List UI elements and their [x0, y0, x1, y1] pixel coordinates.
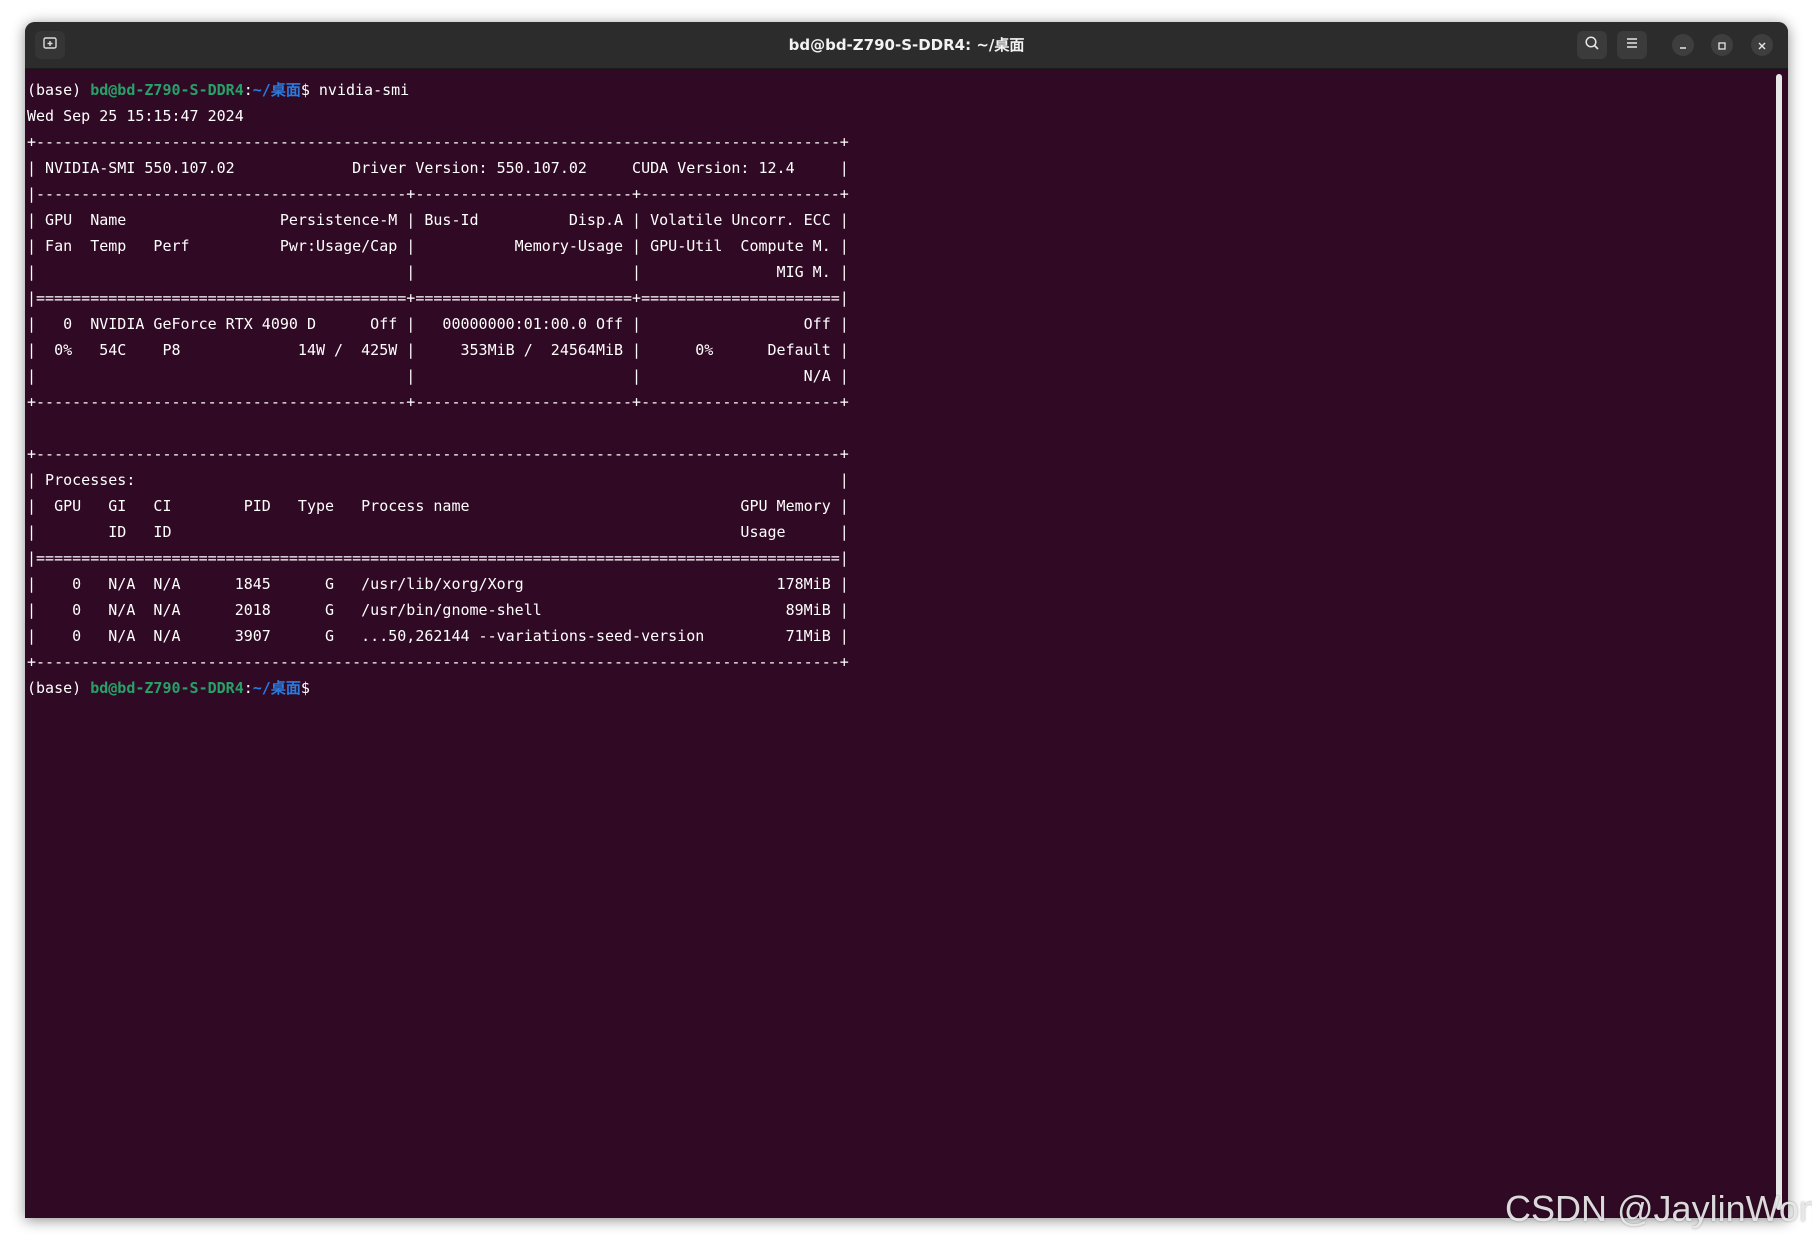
output-line: | 0 N/A N/A 1845 G /usr/lib/xorg/Xorg 17… — [27, 575, 849, 593]
close-icon — [1757, 36, 1767, 55]
output-line: |=======================================… — [27, 549, 849, 567]
prompt-path: ~/桌面 — [252, 679, 301, 697]
prompt-separator: : — [243, 679, 253, 697]
prompt-env: (base) — [27, 679, 91, 697]
prompt-path: ~/桌面 — [252, 81, 301, 99]
output-line: | ID ID Usage | — [27, 523, 849, 541]
output-line: | GPU Name Persistence-M | Bus-Id Disp.A… — [27, 211, 849, 229]
output-line: +---------------------------------------… — [27, 393, 849, 411]
prompt-user-host: bd@bd-Z790-S-DDR4 — [90, 81, 244, 99]
terminal-text: (base) bd@bd-Z790-S-DDR4:~/桌面$ nvidia-sm… — [25, 69, 1770, 701]
prompt-env: (base) — [27, 81, 91, 99]
prompt-command: nvidia-smi — [309, 81, 410, 99]
prompt-symbol: $ — [300, 679, 310, 697]
output-line: | | | MIG M. | — [27, 263, 849, 281]
maximize-button[interactable] — [1711, 34, 1733, 56]
watermark-text: CSDN @JaylinWong — [1505, 1188, 1812, 1229]
minimize-icon — [1678, 36, 1688, 55]
output-line: | GPU GI CI PID Type Process name GPU Me… — [27, 497, 849, 515]
window-title: bd@bd-Z790-S-DDR4: ~/桌面 — [788, 36, 1025, 54]
output-line: | 0% 54C P8 14W / 425W | 353MiB / 24564M… — [27, 341, 849, 359]
vertical-scrollbar[interactable] — [1776, 74, 1782, 1210]
hamburger-menu-icon — [1624, 35, 1640, 55]
output-line: |---------------------------------------… — [27, 185, 849, 203]
output-line: | 0 N/A N/A 2018 G /usr/bin/gnome-shell … — [27, 601, 849, 619]
prompt-line: (base) bd@bd-Z790-S-DDR4:~/桌面$ nvidia-sm… — [27, 81, 409, 99]
output-line: +---------------------------------------… — [27, 653, 849, 671]
prompt-user-host: bd@bd-Z790-S-DDR4 — [90, 679, 244, 697]
output-line: +---------------------------------------… — [27, 133, 849, 151]
output-line: | Processes: | — [27, 471, 849, 489]
menu-button[interactable] — [1617, 31, 1647, 59]
search-button[interactable] — [1577, 31, 1607, 59]
title-bar[interactable]: bd@bd-Z790-S-DDR4: ~/桌面 — [25, 22, 1788, 69]
output-line: | Fan Temp Perf Pwr:Usage/Cap | Memory-U… — [27, 237, 849, 255]
final-prompt-line: (base) bd@bd-Z790-S-DDR4:~/桌面$ — [27, 679, 310, 697]
prompt-symbol: $ — [300, 81, 310, 99]
close-button[interactable] — [1751, 34, 1773, 56]
minimize-button[interactable] — [1672, 34, 1694, 56]
output-line: Wed Sep 25 15:15:47 2024 — [27, 107, 244, 125]
output-line: |=======================================… — [27, 289, 849, 307]
maximize-icon — [1717, 36, 1727, 55]
terminal-output-area[interactable]: (base) bd@bd-Z790-S-DDR4:~/桌面$ nvidia-sm… — [25, 69, 1770, 1218]
search-icon — [1584, 35, 1600, 55]
output-line: | 0 NVIDIA GeForce RTX 4090 D Off | 0000… — [27, 315, 849, 333]
output-line: +---------------------------------------… — [27, 445, 849, 463]
terminal-window: bd@bd-Z790-S-DDR4: ~/桌面 (base) bd@bd-Z79… — [25, 22, 1788, 1218]
output-line: | | | N/A | — [27, 367, 849, 385]
output-line: | 0 N/A N/A 3907 G ...50,262144 --variat… — [27, 627, 849, 645]
output-line: | NVIDIA-SMI 550.107.02 Driver Version: … — [27, 159, 849, 177]
prompt-separator: : — [243, 81, 253, 99]
